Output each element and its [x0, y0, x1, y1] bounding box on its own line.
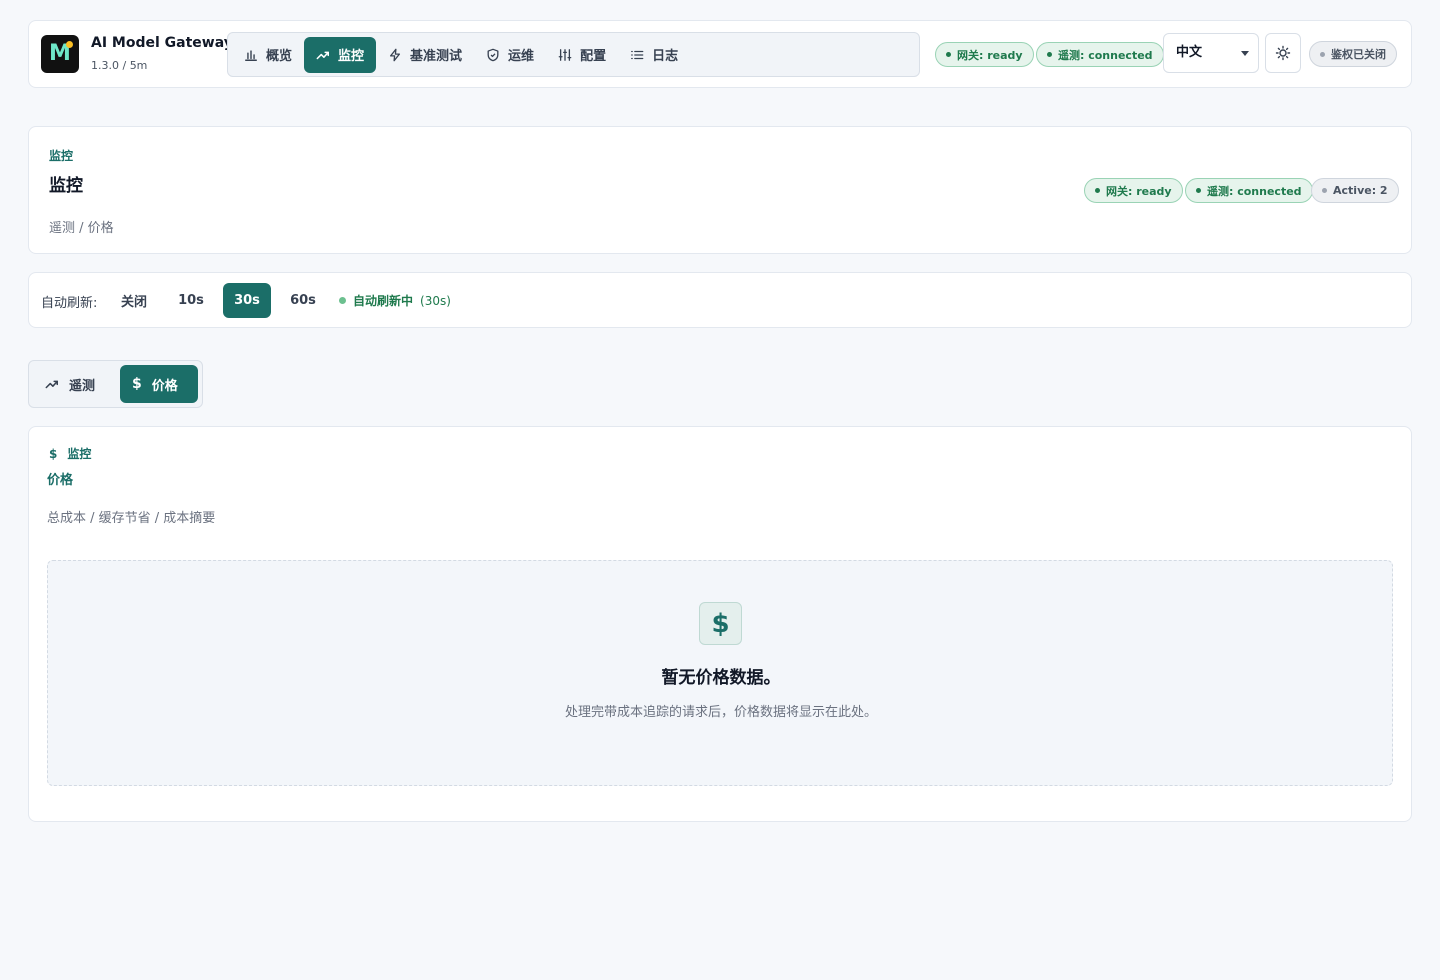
refresh-option-off[interactable]: 关闭: [109, 283, 159, 318]
shield-icon: [487, 48, 499, 61]
trending-up-icon: [45, 380, 58, 389]
app-title: AI Model Gateway: [91, 35, 233, 51]
logo-dot: [66, 41, 73, 48]
page-eyebrow: 监控: [49, 149, 74, 163]
dollar-icon: $: [49, 446, 58, 461]
theme-toggle-button[interactable]: [1265, 33, 1301, 73]
auth-status-badge: 鉴权已关闭: [1309, 41, 1397, 67]
nav-tab-benchmark[interactable]: 基准测试: [376, 37, 474, 73]
page-header-card: 监控 监控 遥测 / 价格 网关: ready 遥测: connected Ac…: [28, 126, 1412, 254]
status-dot: [1320, 51, 1325, 57]
refresh-option-30s[interactable]: 30s: [223, 283, 271, 318]
chevron-down-icon: [1241, 51, 1249, 56]
telemetry-status-badge: 遥测: connected: [1185, 178, 1313, 203]
page-title: 监控: [49, 176, 83, 196]
status-dot: [339, 297, 346, 304]
status-dot: [946, 52, 951, 57]
auto-refresh-bar: 自动刷新: 关闭 10s 30s 60s 自动刷新中 (30s): [28, 272, 1412, 328]
nav-tab-config[interactable]: 配置: [546, 37, 618, 73]
pricing-subtitle: 总成本 / 缓存节省 / 成本摘要: [47, 511, 216, 526]
app-logo: M: [41, 35, 79, 73]
list-icon: [631, 50, 644, 59]
sliders-icon: [558, 48, 572, 61]
nav-tab-overview[interactable]: 概览: [232, 37, 304, 73]
dollar-icon: $: [699, 602, 742, 645]
top-header: M AI Model Gateway 1.3.0 / 5m 概览 监控 基准测试…: [28, 20, 1412, 88]
active-count-badge: Active: 2: [1311, 178, 1399, 203]
gateway-status-badge: 网关: ready: [935, 42, 1034, 67]
status-dot: [1047, 52, 1052, 57]
nav-tab-logs[interactable]: 日志: [618, 37, 690, 73]
pricing-eyebrow: $ 监控: [49, 446, 92, 462]
nav-tab-monitoring[interactable]: 监控: [304, 36, 377, 73]
pricing-card: $ 监控 价格 总成本 / 缓存节省 / 成本摘要 $ 暂无价格数据。 处理完带…: [28, 426, 1412, 822]
trending-up-icon: [316, 51, 330, 59]
empty-state-title: 暂无价格数据。: [661, 668, 781, 688]
sun-icon: [1275, 45, 1291, 61]
status-dot: [1095, 188, 1100, 193]
auto-refresh-label: 自动刷新:: [41, 296, 98, 311]
zap-icon: [390, 48, 401, 61]
refresh-option-60s[interactable]: 60s: [279, 283, 327, 318]
empty-state-description: 处理完带成本追踪的请求后，价格数据将显示在此处。: [564, 705, 877, 720]
status-dot: [1196, 188, 1201, 193]
nav-tab-operations[interactable]: 运维: [474, 37, 546, 73]
bar-chart-icon: [245, 49, 257, 61]
telemetry-status-badge: 遥测: connected: [1036, 42, 1164, 67]
dollar-icon: $: [132, 376, 142, 392]
subtab-telemetry[interactable]: 遥测: [33, 365, 117, 403]
refresh-option-10s[interactable]: 10s: [167, 283, 215, 318]
pricing-title: 价格: [47, 473, 74, 488]
main-nav: 概览 监控 基准测试 运维 配置 日志: [227, 32, 920, 77]
subtab-pricing[interactable]: $ 价格: [120, 365, 198, 403]
monitoring-subtabs: 遥测 $ 价格: [28, 360, 203, 408]
auto-refresh-status: 自动刷新中 (30s): [339, 292, 451, 309]
page-subtitle: 遥测 / 价格: [49, 221, 114, 236]
language-select[interactable]: 中文: [1163, 33, 1259, 73]
gateway-status-badge: 网关: ready: [1084, 178, 1183, 203]
pricing-empty-state: $ 暂无价格数据。 处理完带成本追踪的请求后，价格数据将显示在此处。: [47, 560, 1393, 786]
status-dot: [1322, 188, 1327, 193]
app-version: 1.3.0 / 5m: [91, 59, 148, 72]
